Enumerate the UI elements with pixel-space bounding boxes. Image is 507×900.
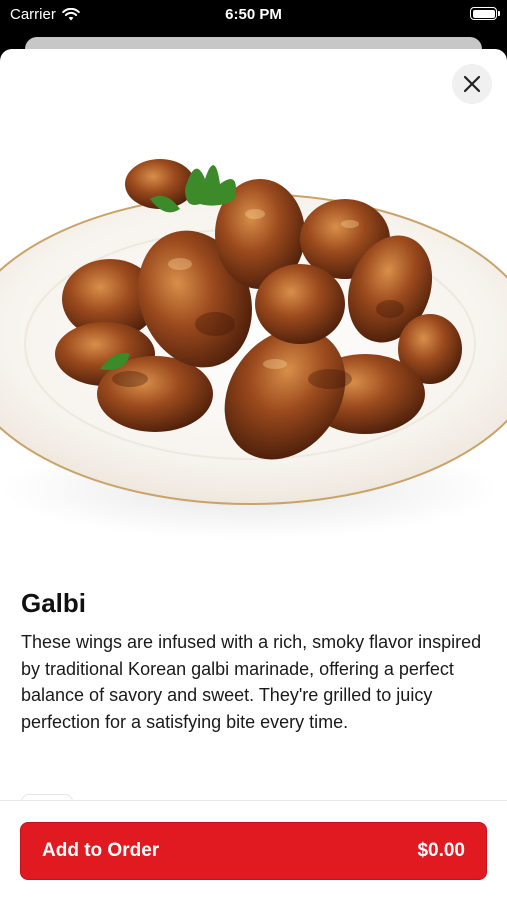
- add-to-order-button[interactable]: Add to Order $0.00: [20, 822, 487, 880]
- order-footer: Add to Order $0.00: [0, 800, 507, 900]
- item-description: These wings are infused with a rich, smo…: [21, 632, 482, 732]
- battery-icon: [470, 7, 500, 20]
- item-image: [0, 159, 507, 539]
- item-detail-sheet: Galbi These wings are infused with a ric…: [0, 49, 507, 900]
- close-button[interactable]: [452, 64, 492, 104]
- item-title: Galbi: [21, 588, 87, 618]
- order-price: $0.00: [417, 840, 465, 861]
- status-bar: Carrier 6:50 PM: [0, 0, 507, 30]
- add-to-order-label: Add to Order: [42, 840, 160, 861]
- status-time: 6:50 PM: [225, 6, 282, 23]
- close-icon: [463, 75, 481, 93]
